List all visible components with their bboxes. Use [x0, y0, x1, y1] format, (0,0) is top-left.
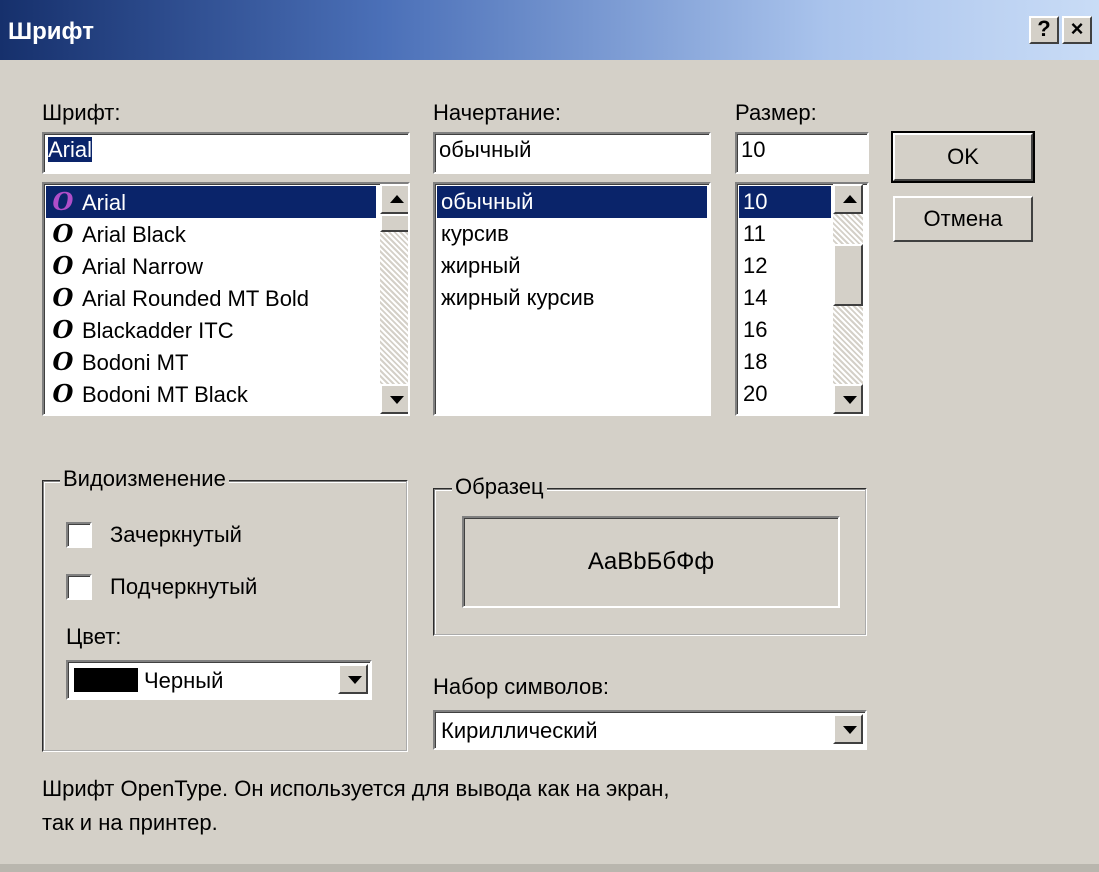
description-line-1: Шрифт OpenType. Он используется для выво…	[42, 776, 670, 801]
font-scroll-thumb[interactable]	[380, 214, 408, 232]
font-list-item-label: Arial Narrow	[82, 254, 204, 279]
color-label: Цвет:	[66, 624, 122, 649]
font-list-item[interactable]: O Bodoni MT Black	[46, 378, 376, 410]
size-list-item-label: 16	[743, 317, 768, 342]
font-list-scrollbar[interactable]	[380, 184, 408, 414]
ok-button[interactable]: OK	[891, 131, 1035, 183]
arrow-up-icon	[843, 195, 857, 203]
arrow-up-icon	[390, 195, 404, 203]
style-list-item[interactable]: обычный	[437, 186, 707, 218]
size-list[interactable]: 20 18 16 14 12 11 10	[735, 182, 869, 416]
font-list-item-label: Blackadder ITC	[82, 318, 234, 343]
size-list-item-label: 10	[743, 189, 768, 214]
size-list-item[interactable]: 11	[739, 218, 831, 250]
color-swatch	[74, 668, 138, 692]
font-list-item[interactable]: O Bodoni MT	[46, 346, 376, 378]
opentype-font-icon: O	[52, 251, 74, 280]
chevron-down-icon	[843, 726, 857, 734]
style-list-item-label: жирный курсив	[441, 285, 595, 310]
size-input[interactable]: 10	[735, 132, 869, 174]
bottom-edge	[0, 864, 1099, 872]
style-list-item[interactable]: курсив	[437, 218, 707, 250]
effects-group	[42, 480, 408, 752]
size-scroll-thumb[interactable]	[833, 244, 863, 306]
style-input[interactable]: обычный	[433, 132, 711, 174]
font-list-item[interactable]: O Arial Narrow	[46, 250, 376, 282]
font-scroll-up-button[interactable]	[380, 184, 408, 214]
font-description: Шрифт OpenType. Он используется для выво…	[42, 772, 670, 840]
style-list[interactable]: жирный курсив жирный курсив обычный	[433, 182, 711, 416]
effects-group-title: Видоизменение	[60, 466, 229, 492]
font-list-item[interactable]: O Blackadder ITC	[46, 314, 376, 346]
style-list-item[interactable]: жирный курсив	[437, 282, 707, 314]
font-list[interactable]: O Bodoni MT Black O Bodoni MT O Blackadder IT…	[42, 182, 410, 416]
charset-dropdown-button[interactable]	[833, 714, 863, 744]
size-list-item[interactable]: 18	[739, 346, 831, 378]
arrow-down-icon	[843, 396, 857, 404]
opentype-font-icon: O	[52, 219, 74, 248]
size-list-item-label: 11	[743, 221, 766, 246]
font-list-item-label: Bodoni MT Black	[82, 382, 248, 407]
font-list-item[interactable]: O Arial Rounded MT Bold	[46, 282, 376, 314]
underline-label[interactable]: Подчеркнутый	[110, 574, 257, 600]
size-input-value: 10	[741, 137, 766, 162]
opentype-font-icon: O	[52, 347, 74, 376]
color-select[interactable]: Черный	[66, 660, 372, 700]
opentype-font-icon: O	[52, 283, 74, 312]
help-button[interactable]: ?	[1029, 16, 1059, 44]
sample-text: AaBbБбФф	[587, 548, 715, 575]
chevron-down-icon	[348, 676, 362, 684]
color-dropdown-button[interactable]	[338, 664, 368, 694]
font-list-item[interactable]: O Arial Black	[46, 218, 376, 250]
opentype-font-icon: O	[52, 379, 74, 408]
size-list-item-label: 20	[743, 381, 768, 406]
size-list-item[interactable]: 12	[739, 250, 831, 282]
size-scroll-up-button[interactable]	[833, 184, 863, 214]
opentype-font-icon: O	[52, 315, 74, 344]
size-list-scrollbar[interactable]	[833, 184, 863, 414]
size-list-item-label: 18	[743, 349, 768, 374]
style-input-value: обычный	[439, 137, 532, 162]
strikeout-label[interactable]: Зачеркнутый	[110, 522, 242, 548]
color-select-value: Черный	[144, 668, 224, 693]
size-list-item[interactable]: 10	[739, 186, 831, 218]
charset-select[interactable]: Кириллический	[433, 710, 867, 750]
font-list-item[interactable]: O Arial	[46, 186, 376, 218]
size-list-item-label: 12	[743, 253, 768, 278]
font-label: Шрифт:	[42, 100, 121, 125]
charset-label: Набор символов:	[433, 674, 610, 699]
close-button[interactable]: ×	[1062, 16, 1092, 44]
strikeout-checkbox[interactable]	[66, 522, 92, 548]
size-list-item[interactable]: 20	[739, 378, 831, 410]
title-bar: Шрифт ? ×	[0, 0, 1099, 60]
cancel-button[interactable]: Отмена	[893, 196, 1033, 242]
font-list-item-label: Arial Black	[82, 222, 186, 247]
style-list-item[interactable]: жирный	[437, 250, 707, 282]
font-input-value: Arial	[48, 137, 93, 162]
font-scroll-down-button[interactable]	[380, 384, 408, 414]
size-list-item[interactable]: 14	[739, 282, 831, 314]
size-scroll-down-button[interactable]	[833, 384, 863, 414]
style-list-item-label: обычный	[441, 189, 534, 214]
style-list-item-label: курсив	[441, 221, 509, 246]
font-list-item-label: Arial Rounded MT Bold	[82, 286, 310, 311]
style-list-item-label: жирный	[441, 253, 521, 278]
size-list-item[interactable]: 16	[739, 314, 831, 346]
dialog-title: Шрифт	[8, 18, 94, 45]
size-label: Размер:	[735, 100, 817, 125]
sample-preview: AaBbБбФф	[462, 516, 840, 608]
arrow-down-icon	[390, 396, 404, 404]
charset-select-value: Кириллический	[441, 718, 598, 743]
sample-group-title: Образец	[452, 474, 547, 500]
style-label: Начертание:	[433, 100, 561, 125]
font-list-item-label: Bodoni MT	[82, 350, 189, 375]
size-list-item-label: 14	[743, 285, 768, 310]
font-input[interactable]: Arial	[42, 132, 410, 174]
font-list-item-label: Arial	[82, 190, 127, 215]
description-line-2: так и на принтер.	[42, 810, 218, 835]
underline-checkbox[interactable]	[66, 574, 92, 600]
opentype-font-icon: O	[52, 187, 74, 216]
